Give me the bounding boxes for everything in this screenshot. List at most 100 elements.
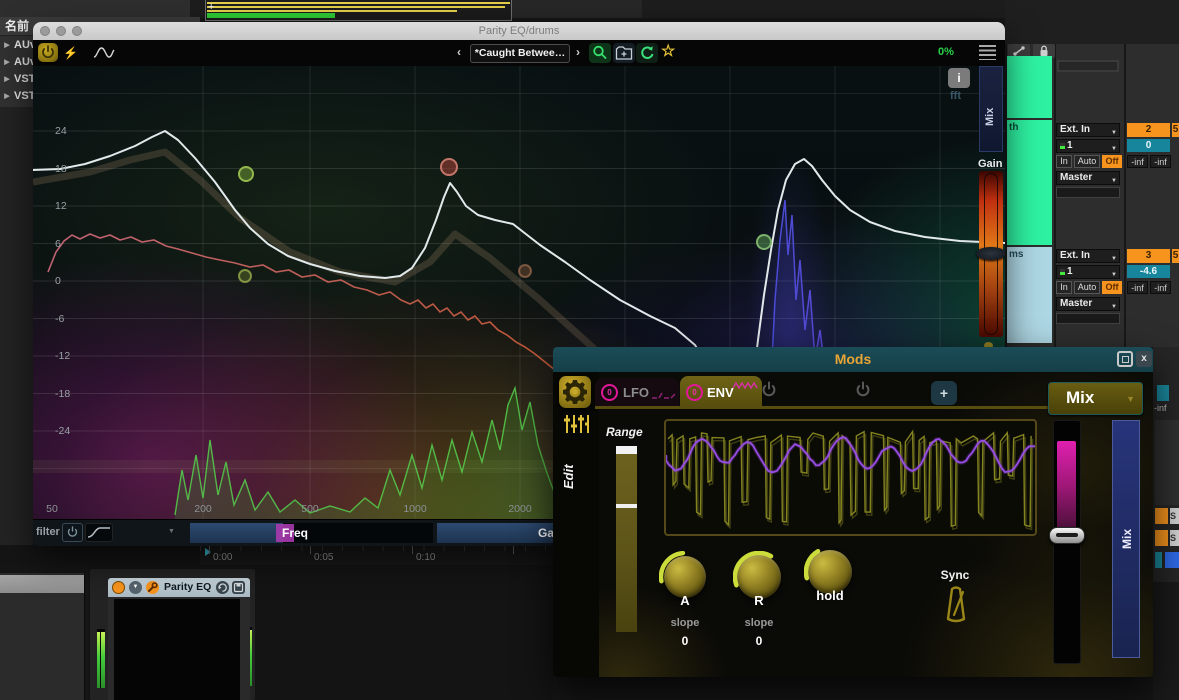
input-routing-dropdown[interactable]: Ext. In▼ xyxy=(1056,123,1120,137)
filter-power-button[interactable] xyxy=(62,523,83,542)
clip-slot-green[interactable] xyxy=(1007,56,1052,118)
empty-device-header[interactable] xyxy=(0,575,84,593)
edge-inf-value[interactable]: -inf xyxy=(1154,403,1179,415)
close-traffic-light[interactable] xyxy=(40,26,50,36)
edge-orange-cell[interactable] xyxy=(1155,530,1168,546)
edge-blue-cell[interactable] xyxy=(1165,552,1179,568)
gain-value[interactable]: 2 xyxy=(1127,123,1170,137)
filter-shape-button[interactable] xyxy=(85,523,113,542)
range-slider[interactable] xyxy=(616,446,637,632)
top-right-panel xyxy=(512,0,642,18)
clip-slot-blue[interactable]: ms xyxy=(1007,247,1052,343)
send-b-value-2[interactable]: -inf xyxy=(1150,281,1171,294)
pan-value-2[interactable]: -4.6 xyxy=(1127,265,1170,278)
plugin-header: ⚡ ‹ *Caught Betwee… › ☆ 0% xyxy=(33,40,1005,66)
search-button[interactable] xyxy=(589,43,611,63)
edge-teal-cell[interactable] xyxy=(1157,385,1169,401)
expand-triangle-icon[interactable]: ▶ xyxy=(0,54,14,71)
mod-amount-slider[interactable] xyxy=(1053,420,1081,664)
hot-swap-button[interactable] xyxy=(216,581,229,594)
mix-mod-bar[interactable]: Mix xyxy=(1112,420,1140,658)
save-preset-button[interactable] xyxy=(232,581,245,594)
expand-triangle-icon[interactable]: ▶ xyxy=(0,37,14,54)
monitor-off-button[interactable]: Off xyxy=(1102,155,1122,168)
range-slider-cap[interactable] xyxy=(616,446,637,454)
mix-target-dropdown[interactable]: Mix ▼ xyxy=(1048,382,1143,415)
attack-knob[interactable] xyxy=(664,556,706,598)
plugin-screen[interactable] xyxy=(114,599,240,700)
monitor-in-button[interactable]: In xyxy=(1056,155,1072,168)
device-activator-button[interactable] xyxy=(112,581,125,594)
clip-slot-green-2[interactable]: th xyxy=(1007,120,1052,245)
info-button[interactable]: i xyxy=(948,68,970,88)
ruler-tick xyxy=(412,546,413,554)
input-channel-dropdown[interactable]: 1▼ xyxy=(1056,139,1120,153)
device-title-bar[interactable]: ▼ Parity EQ xyxy=(108,578,250,597)
release-slope-value[interactable]: 0 xyxy=(729,634,789,648)
automation-clip-preview[interactable]: + xyxy=(205,0,512,21)
gain-value-2[interactable]: 3 xyxy=(1127,249,1170,263)
send-a-value[interactable]: -inf xyxy=(1127,155,1148,168)
bolt-icon[interactable]: ⚡ xyxy=(63,46,78,60)
expand-triangle-icon[interactable]: ▶ xyxy=(0,88,14,105)
mod-amount-handle[interactable] xyxy=(1049,527,1085,544)
edit-tab-label[interactable]: Edit xyxy=(561,445,587,509)
close-window-button[interactable]: x xyxy=(1136,351,1152,367)
expand-triangle-icon[interactable]: ▶ xyxy=(0,71,14,88)
send-a-value-2[interactable]: -inf xyxy=(1127,281,1148,294)
save-preset-folder-button[interactable] xyxy=(613,43,635,63)
output-routing-dropdown[interactable]: Master▼ xyxy=(1056,171,1120,185)
send-b-value[interactable]: -inf xyxy=(1150,155,1171,168)
preset-name-field[interactable]: *Caught Betwee… xyxy=(470,44,570,63)
settings-gear-button[interactable] xyxy=(559,376,591,408)
restore-window-button[interactable] xyxy=(1117,351,1133,367)
edge-s-button[interactable]: S xyxy=(1170,508,1179,524)
refresh-button[interactable] xyxy=(636,43,658,63)
range-slider-marker[interactable] xyxy=(616,504,637,508)
mod-power-icon[interactable] xyxy=(853,380,873,400)
menu-hamburger-icon[interactable] xyxy=(979,45,996,60)
faders-icon[interactable] xyxy=(563,413,589,440)
gain-value-partial-2[interactable]: 5 xyxy=(1172,249,1179,263)
minimize-traffic-light[interactable] xyxy=(56,26,66,36)
tab-lfo[interactable]: 0 LFO xyxy=(595,378,679,407)
freq-slider[interactable]: Freq xyxy=(190,523,433,543)
mods-title-bar[interactable]: Mods x xyxy=(553,347,1153,372)
output-routing-dropdown-2[interactable]: Master▼ xyxy=(1056,297,1120,311)
output-channel-box[interactable] xyxy=(1056,187,1120,198)
edge-teal-cell[interactable] xyxy=(1155,552,1162,568)
input-channel-dropdown-2[interactable]: 1▼ xyxy=(1056,265,1120,279)
freq-label: 500 xyxy=(301,503,319,515)
prev-preset-button[interactable]: ‹ xyxy=(457,45,461,59)
fft-toggle[interactable]: fft xyxy=(950,90,961,102)
pan-value[interactable]: 0 xyxy=(1127,139,1170,152)
metronome-icon[interactable] xyxy=(941,585,971,623)
input-routing-dropdown-2[interactable]: Ext. In▼ xyxy=(1056,249,1120,263)
gain-slider-handle[interactable] xyxy=(976,247,1005,260)
window-title-bar[interactable]: Parity EQ/drums xyxy=(33,22,1005,40)
tab-env[interactable]: 0 ENV xyxy=(680,376,762,409)
monitor-in-button[interactable]: In xyxy=(1056,281,1072,294)
monitor-auto-button[interactable]: Auto xyxy=(1074,281,1100,294)
next-preset-button[interactable]: › xyxy=(576,45,580,59)
playhead-marker-icon[interactable] xyxy=(205,548,211,556)
sine-wave-icon[interactable] xyxy=(93,46,115,64)
edge-s-button[interactable]: S xyxy=(1170,530,1179,546)
power-button[interactable] xyxy=(38,43,58,62)
monitor-off-button[interactable]: Off xyxy=(1102,281,1122,294)
filter-type-dropdown[interactable]: ▼ xyxy=(168,528,175,535)
gain-value-partial[interactable]: 5 xyxy=(1172,123,1179,137)
edge-orange-cell[interactable] xyxy=(1155,508,1168,524)
output-channel-box-2[interactable] xyxy=(1056,313,1120,324)
attack-slope-value[interactable]: 0 xyxy=(655,634,715,648)
favorite-star-icon[interactable]: ☆ xyxy=(661,41,675,61)
mod-waveform-display[interactable] xyxy=(664,419,1037,536)
zoom-traffic-light[interactable] xyxy=(72,26,82,36)
device-fold-button[interactable]: ▼ xyxy=(129,581,142,594)
mix-slider[interactable]: Mix xyxy=(979,66,1003,152)
plugin-edit-wrench-button[interactable] xyxy=(146,581,159,594)
monitor-auto-button[interactable]: Auto xyxy=(1074,155,1100,168)
add-mod-button[interactable]: + xyxy=(931,381,957,405)
mod-power-icon[interactable] xyxy=(759,380,779,400)
mixer-top-cell[interactable] xyxy=(1057,60,1119,72)
